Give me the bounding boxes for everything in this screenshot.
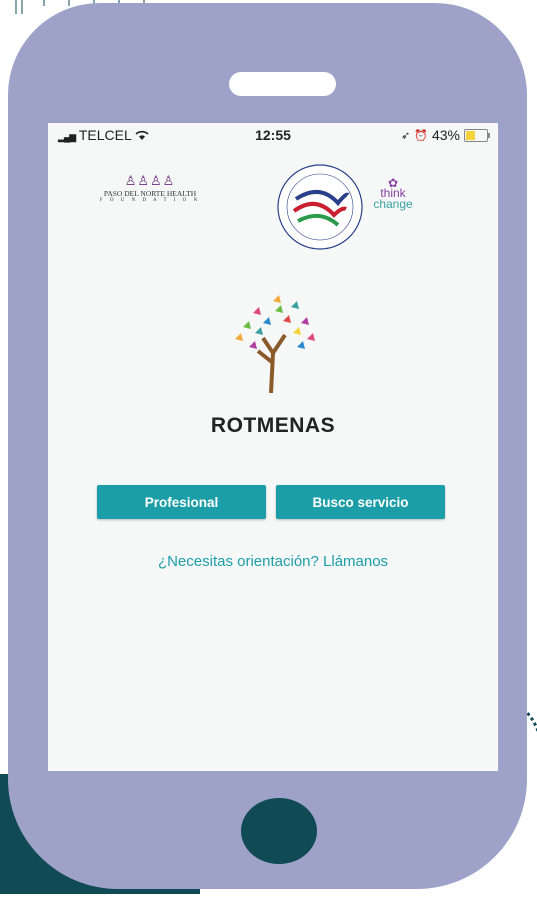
app-screen: ▂▄▆ TELCEL 12:55 ➶ ⏰ 43% ♙♙♙♙ PASO DEL N… <box>48 123 498 771</box>
logo-left-sub: F O U N D A T I O N <box>99 198 201 203</box>
logo-right-line2: change <box>373 197 413 211</box>
battery-percent: 43% <box>431 127 460 143</box>
alarm-icon: ⏰ <box>414 129 428 142</box>
commission-seal-logo <box>277 164 363 250</box>
status-bar: ▂▄▆ TELCEL 12:55 ➶ ⏰ 43% <box>48 123 498 145</box>
location-icon: ➶ <box>401 129 411 142</box>
status-right: ➶ ⏰ 43% <box>401 127 490 143</box>
seek-service-button[interactable]: Busco servicio <box>276 485 445 519</box>
home-button[interactable] <box>241 798 317 864</box>
battery-charging-icon <box>464 128 490 142</box>
phone-speaker <box>229 72 336 96</box>
logo-left-name: PASO DEL NORTE HEALTH <box>103 189 197 198</box>
people-icon: ♙♙♙♙ <box>124 173 176 188</box>
think-change-logo: ✿ think change <box>353 177 433 218</box>
call-us-link[interactable]: ¿Necesitas orientación? Llámanos <box>48 553 498 570</box>
app-title: ROTMENAS <box>210 414 336 437</box>
paso-del-norte-logo: ♙♙♙♙ PASO DEL NORTE HEALTH F O U N D A T… <box>90 173 210 213</box>
professional-button[interactable]: Profesional <box>97 485 266 519</box>
tree-logo-icon <box>235 295 315 393</box>
